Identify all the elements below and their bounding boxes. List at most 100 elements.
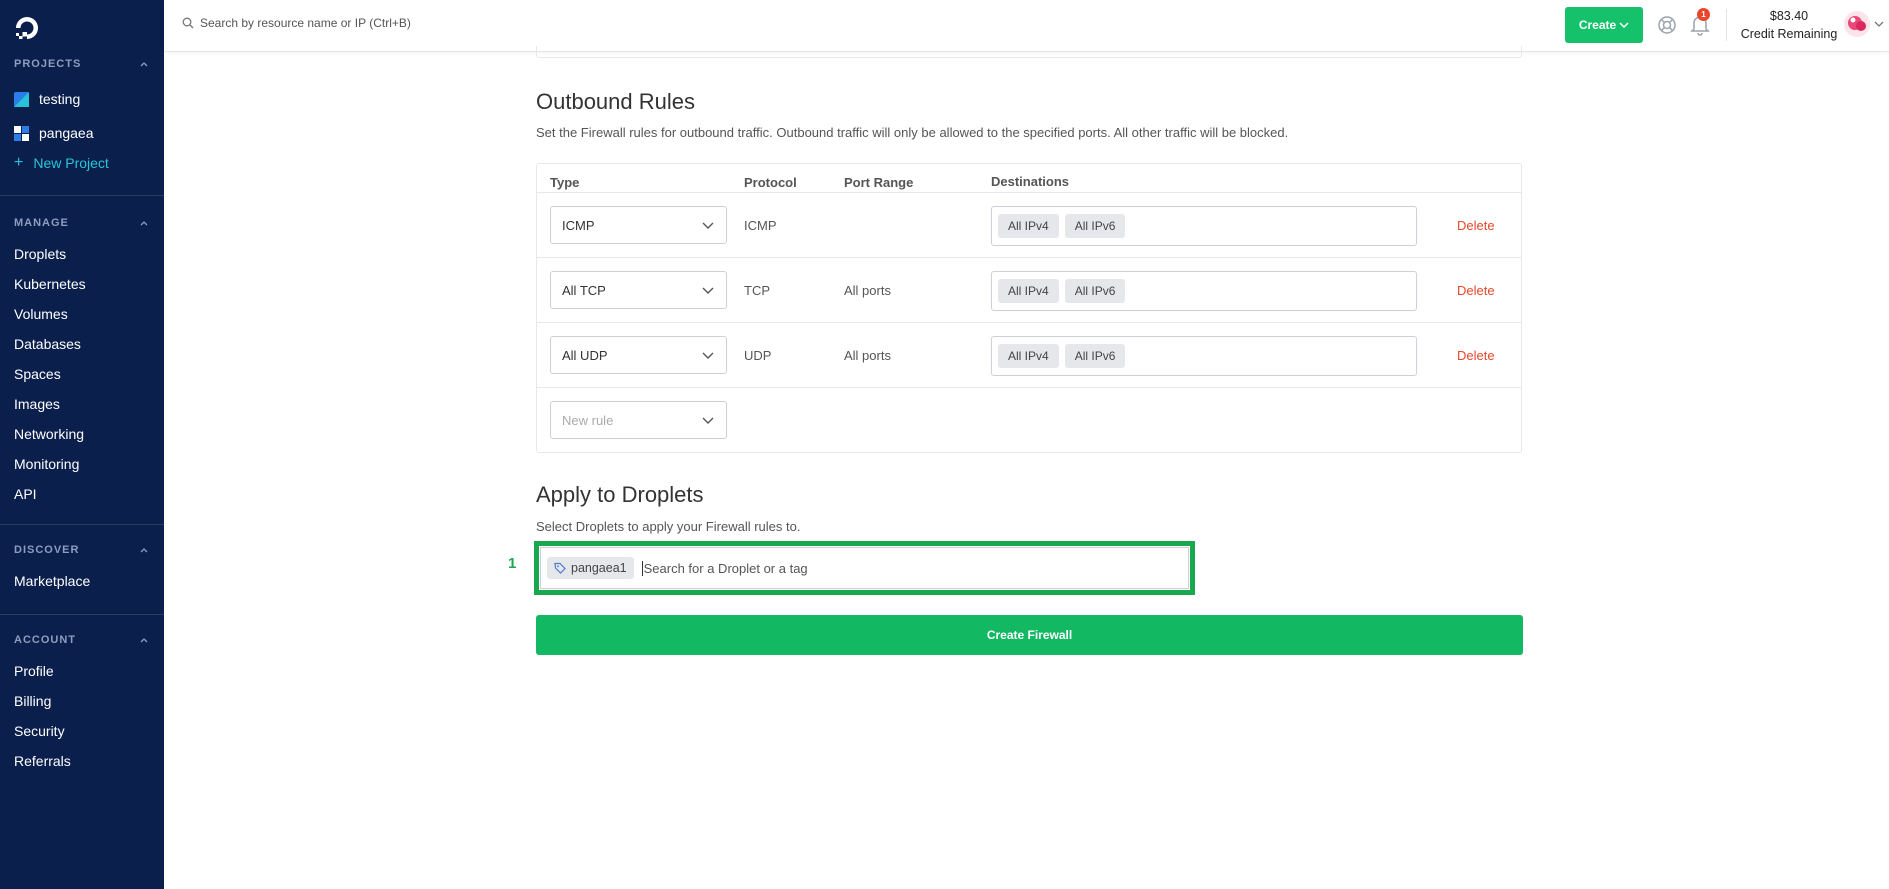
sidebar-item-profile[interactable]: Profile — [0, 656, 164, 686]
sidebar-item-kubernetes[interactable]: Kubernetes — [0, 269, 164, 299]
notification-badge: 1 — [1697, 8, 1710, 21]
droplet-search-input[interactable] — [641, 560, 1042, 576]
sidebar-item-label: Monitoring — [14, 456, 80, 472]
main-content: Outbound Rules Set the Firewall rules fo… — [164, 46, 1889, 889]
rule-destinations-field[interactable]: All IPv4 All IPv6 — [991, 336, 1417, 376]
create-button-label: Create — [1578, 18, 1617, 32]
chevron-down-icon — [702, 417, 714, 424]
credit-label: Credit Remaining — [1740, 27, 1838, 41]
rule-type-value: All UDP — [562, 347, 608, 363]
account-header[interactable]: ACCOUNT — [0, 630, 164, 650]
digitalocean-logo-icon[interactable] — [14, 15, 40, 41]
rule-port-range: All ports — [844, 283, 891, 298]
chevron-down-icon[interactable] — [1874, 19, 1884, 29]
step-number-label: 1 — [508, 555, 517, 572]
column-header-protocol: Protocol — [744, 175, 797, 190]
avatar[interactable] — [1844, 11, 1870, 37]
chevron-up-icon[interactable] — [138, 544, 150, 556]
sidebar-item-label: Volumes — [14, 306, 68, 322]
manage-header-label: MANAGE — [14, 217, 69, 229]
sidebar-item-volumes[interactable]: Volumes — [0, 299, 164, 329]
sidebar-item-api[interactable]: API — [0, 479, 164, 509]
delete-rule-link[interactable]: Delete — [1457, 218, 1495, 233]
rule-protocol: ICMP — [744, 218, 777, 233]
destination-tag[interactable]: All IPv6 — [1064, 344, 1126, 368]
chevron-up-icon[interactable] — [138, 58, 150, 70]
sidebar-item-droplets[interactable]: Droplets — [0, 239, 164, 269]
destination-tag[interactable]: All IPv4 — [998, 214, 1059, 238]
projects-header[interactable]: PROJECTS — [0, 54, 164, 74]
sidebar-item-label: Droplets — [14, 246, 67, 262]
column-header-type: Type — [550, 175, 580, 190]
rule-port-range: All ports — [844, 348, 891, 363]
row-divider — [537, 192, 1521, 193]
sidebar-item-project-testing[interactable]: testing — [0, 82, 164, 116]
new-project-label: New Project — [33, 155, 109, 171]
sidebar-item-project-pangaea[interactable]: pangaea — [0, 116, 164, 150]
discover-header-label: DISCOVER — [14, 544, 80, 556]
sidebar: PROJECTS testing pangaea + New Project M… — [0, 0, 164, 889]
search-icon — [182, 17, 194, 29]
rule-type-select[interactable]: All TCP — [550, 271, 727, 309]
destination-tag[interactable]: All IPv6 — [1064, 214, 1126, 238]
sidebar-item-label: API — [14, 486, 37, 502]
search-input[interactable] — [200, 13, 700, 33]
column-header-destinations: Destinations — [991, 174, 1070, 189]
rule-destinations-field[interactable]: All IPv4 All IPv6 — [991, 271, 1417, 311]
rule-destinations-field[interactable]: All IPv4 All IPv6 — [991, 206, 1417, 246]
outbound-rules-table: Type Protocol Port Range Destinations IC… — [536, 163, 1522, 453]
row-divider — [537, 322, 1521, 323]
discover-section: DISCOVER Marketplace — [0, 540, 164, 596]
droplet-selector-field[interactable]: pangaea1 — [540, 547, 1189, 589]
chevron-up-icon[interactable] — [138, 217, 150, 229]
sidebar-item-networking[interactable]: Networking — [0, 419, 164, 449]
sidebar-item-label: pangaea — [39, 125, 94, 141]
rule-type-select[interactable]: All UDP — [550, 336, 727, 374]
delete-rule-link[interactable]: Delete — [1457, 348, 1495, 363]
sidebar-item-monitoring[interactable]: Monitoring — [0, 449, 164, 479]
sidebar-divider — [0, 195, 164, 196]
destination-tag[interactable]: All IPv4 — [998, 279, 1059, 303]
sidebar-item-spaces[interactable]: Spaces — [0, 359, 164, 389]
row-divider — [537, 387, 1521, 388]
sidebar-item-billing[interactable]: Billing — [0, 686, 164, 716]
apply-to-droplets-description: Select Droplets to apply your Firewall r… — [536, 519, 801, 534]
selected-tag-chip[interactable]: pangaea1 — [547, 557, 634, 579]
sidebar-item-label: Profile — [14, 663, 54, 679]
tag-icon — [554, 562, 566, 574]
manage-header[interactable]: MANAGE — [0, 213, 164, 233]
sidebar-item-label: Billing — [14, 693, 52, 709]
sidebar-item-databases[interactable]: Databases — [0, 329, 164, 359]
sidebar-item-label: Kubernetes — [14, 276, 86, 292]
new-rule-select[interactable]: New rule — [550, 401, 727, 439]
chevron-down-icon — [702, 287, 714, 294]
projects-header-label: PROJECTS — [14, 58, 82, 70]
chevron-down-icon — [702, 352, 714, 359]
outbound-rules-title: Outbound Rules — [536, 89, 695, 114]
create-firewall-button[interactable]: Create Firewall — [536, 615, 1523, 655]
credit-remaining[interactable]: $83.40 Credit Remaining — [1734, 7, 1844, 43]
rule-type-select[interactable]: ICMP — [550, 206, 727, 244]
sidebar-item-referrals[interactable]: Referrals — [0, 746, 164, 776]
column-header-port-range: Port Range — [844, 175, 914, 190]
destination-tag[interactable]: All IPv4 — [998, 344, 1059, 368]
new-project-link[interactable]: + New Project — [0, 150, 164, 176]
delete-rule-link[interactable]: Delete — [1457, 283, 1495, 298]
credit-amount: $83.40 — [1769, 9, 1809, 23]
selected-tag-label: pangaea1 — [571, 561, 627, 575]
discover-header[interactable]: DISCOVER — [0, 540, 164, 560]
sidebar-item-label: Images — [14, 396, 60, 412]
sidebar-item-label: Spaces — [14, 366, 61, 382]
create-button[interactable]: Create — [1565, 7, 1643, 43]
project-icon — [14, 125, 29, 141]
account-header-label: ACCOUNT — [14, 634, 76, 646]
sidebar-item-security[interactable]: Security — [0, 716, 164, 746]
sidebar-item-images[interactable]: Images — [0, 389, 164, 419]
sidebar-divider — [0, 614, 164, 615]
plus-icon: + — [14, 154, 24, 171]
rule-protocol: UDP — [744, 348, 772, 363]
sidebar-item-marketplace[interactable]: Marketplace — [0, 566, 164, 596]
destination-tag[interactable]: All IPv6 — [1064, 279, 1126, 303]
help-icon[interactable] — [1657, 15, 1677, 35]
chevron-up-icon[interactable] — [138, 634, 150, 646]
